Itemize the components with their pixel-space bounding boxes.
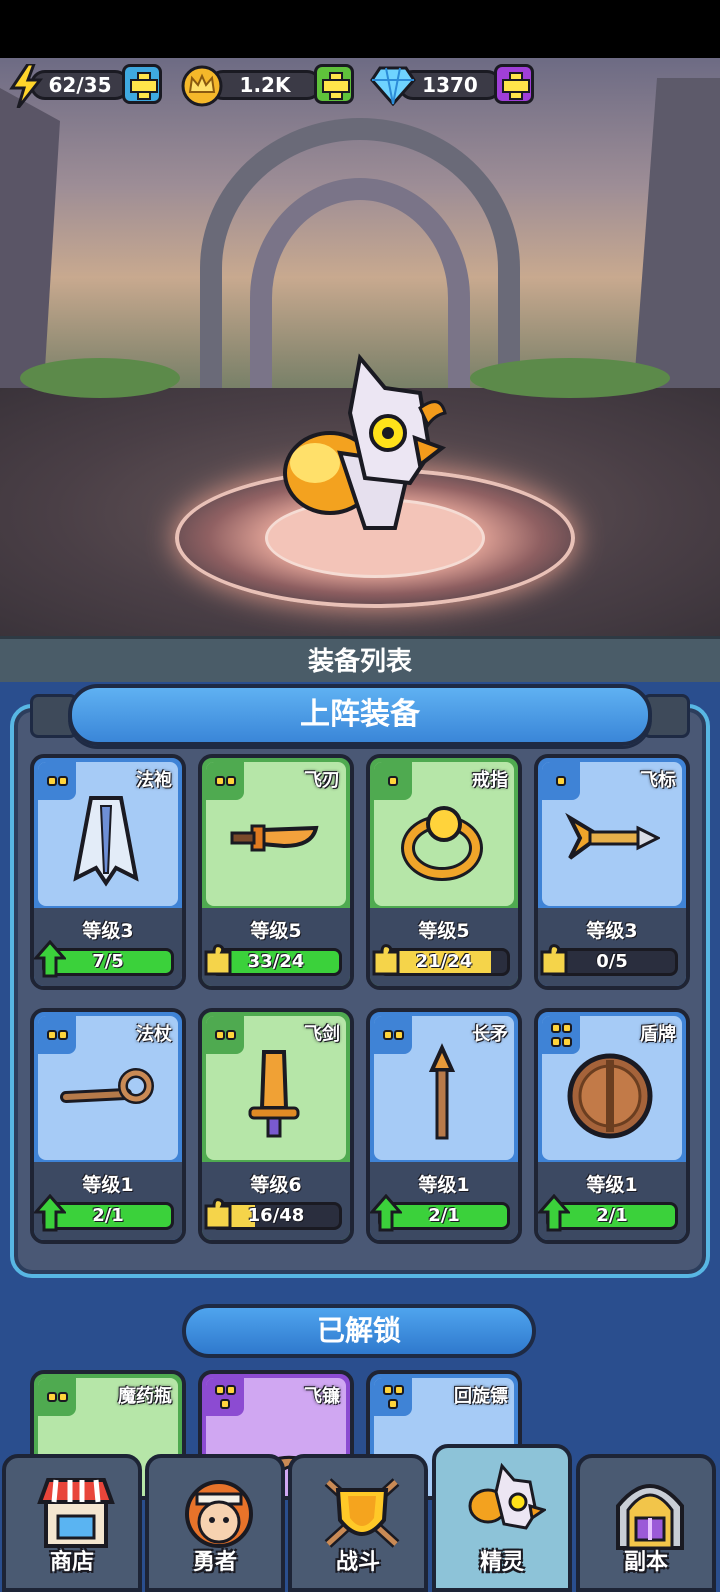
grass [20,358,180,398]
puzzle-shard-icon [204,944,232,976]
gold-pill: 1.2K [208,70,322,100]
card-info: 等级3 7/5 [34,908,182,986]
nav-tab-shop[interactable]: 商店 [2,1454,142,1592]
sword-icon [248,1050,300,1138]
robe-icon [73,796,139,887]
diamond-icon [370,66,416,106]
nav-label: 勇者 [192,1550,237,1575]
equip-card-robe[interactable]: 法袍 等级3 7/5 [30,754,186,990]
equip-card-sword[interactable]: 飞剑 等级6 16/48 [198,1008,354,1244]
equip-card-blade[interactable]: 飞刃 等级5 33/24 [198,754,354,990]
spirit-pet[interactable] [270,353,460,553]
nav-tab-battle[interactable]: 战斗 [288,1454,428,1592]
equip-card-shield[interactable]: 盾牌 等级1 2/1 [534,1008,690,1244]
blade-icon [230,824,319,852]
card-info: 等级1 2/1 [370,1162,518,1240]
upgrade-arrow-icon [34,940,66,978]
puzzle-shard-icon [372,944,400,976]
card-level: 等级3 [586,920,638,942]
gold-value: 1.2K [239,73,291,97]
equip-card-dart[interactable]: 飞标 等级3 0/5 [534,754,690,990]
nav-tab-hero[interactable]: 勇者 [145,1454,285,1592]
energy-pill: 62/35 [30,70,130,100]
energy-value: 62/35 [48,73,112,97]
upgrade-arrow-icon [370,1194,402,1232]
upgrade-arrow-icon [34,1194,66,1232]
card-level: 等级5 [418,920,470,942]
plus-icon [502,72,530,100]
panel-title: 装备列表 [0,636,720,682]
equipped-banner: 上阵装备 [68,684,652,746]
equip-card-spear[interactable]: 长矛 等级1 2/1 [366,1008,522,1244]
battle-icon [324,1478,400,1548]
spirit-icon [468,1462,546,1530]
energy-add-button[interactable] [122,64,162,104]
energy-counter: 62/35 [8,64,162,108]
dart-icon [565,812,660,860]
rarity-badge [374,1378,412,1416]
puzzle-shard-icon [204,1198,232,1230]
gems-counter: 1370 [370,64,540,106]
plus-icon [322,72,350,100]
ring-icon [401,806,483,881]
card-level: 等级1 [586,1174,638,1196]
card-info: 等级5 21/24 [370,908,518,986]
gold-add-button[interactable] [314,64,354,104]
rarity-badge [206,1378,244,1416]
spirit-scene [0,58,720,636]
rarity-badge [38,1378,76,1416]
nav-tab-dungeon[interactable]: 副本 [576,1454,716,1592]
status-bar [0,0,720,58]
shield-icon [567,1053,653,1139]
bottom-nav: 商店 勇者 战斗 精灵 副本 [0,1444,720,1592]
card-level: 等级1 [418,1174,470,1196]
hero-icon [185,1480,253,1548]
equipment-panel: 装备列表 上阵装备 法袍 等级3 7/5 飞刃 等级5 33/24 戒指 等级5… [0,636,720,1592]
staff-icon [60,1068,154,1104]
nav-tab-spirit[interactable]: 精灵 [432,1444,572,1592]
card-info: 等级1 2/1 [538,1162,686,1240]
shop-icon [37,1478,115,1548]
spear-icon [428,1043,456,1140]
card-info: 等级3 0/5 [538,908,686,986]
upgrade-arrow-icon [538,1194,570,1232]
card-level: 等级3 [82,920,134,942]
gold-counter: 1.2K [180,64,356,107]
equip-card-staff[interactable]: 法杖 等级1 2/1 [30,1008,186,1244]
card-name: 魔药瓶 [118,1386,172,1407]
grass [470,358,670,398]
crown-coin-icon [181,65,223,107]
card-info: 等级6 16/48 [202,1162,350,1240]
nav-label: 战斗 [335,1550,380,1575]
lightning-icon [9,64,44,108]
card-info: 等级5 33/24 [202,908,350,986]
unlocked-banner: 已解锁 [182,1304,536,1358]
nav-label: 副本 [623,1550,668,1575]
card-name: 回旋镖 [454,1386,508,1407]
nav-label: 精灵 [479,1550,524,1575]
equip-card-ring[interactable]: 戒指 等级5 21/24 [366,754,522,990]
card-name: 飞镰 [304,1386,340,1407]
plus-icon [130,72,158,100]
card-info: 等级1 2/1 [34,1162,182,1240]
puzzle-shard-icon [540,944,568,976]
card-level: 等级6 [250,1174,302,1196]
card-level: 等级5 [250,920,302,942]
dungeon-icon [616,1484,684,1550]
nav-label: 商店 [49,1550,94,1575]
gems-add-button[interactable] [494,64,534,104]
card-level: 等级1 [82,1174,134,1196]
